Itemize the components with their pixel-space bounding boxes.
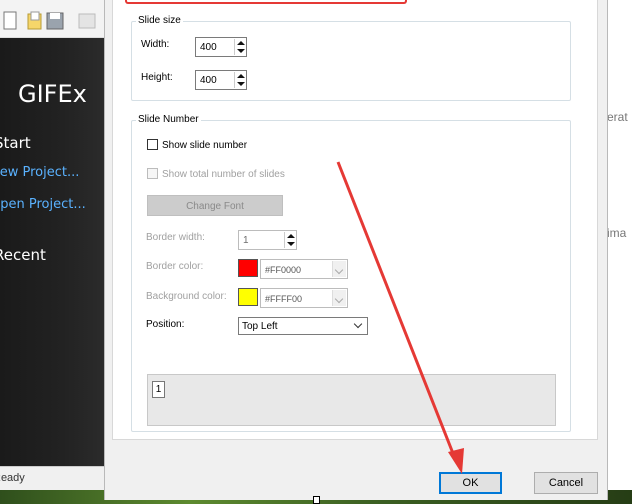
position-select[interactable]: Top Left (238, 317, 368, 335)
background-text-1: erat (607, 110, 628, 124)
spin-down-icon[interactable] (237, 82, 245, 86)
position-label: Position: (146, 319, 185, 330)
spin-up-icon[interactable] (237, 41, 245, 45)
preview-slide-number: 1 (152, 381, 165, 398)
toolbar (0, 0, 104, 38)
new-project-link[interactable]: New Project... (0, 165, 79, 180)
cancel-button[interactable]: Cancel (534, 472, 598, 494)
height-spinbox[interactable]: 400 (195, 70, 247, 90)
ok-button[interactable]: OK (439, 472, 502, 494)
start-sidebar: GIFEx Start New Project... Open Project.… (0, 38, 104, 466)
annotation-highlight-box (125, 0, 407, 4)
save-icon[interactable] (46, 11, 64, 31)
new-file-icon[interactable] (2, 11, 20, 31)
border-width-spinbox[interactable]: 1 (238, 230, 297, 250)
open-project-link[interactable]: Open Project... (0, 197, 86, 212)
spin-down-icon[interactable] (287, 242, 295, 246)
border-color-swatch[interactable] (238, 259, 258, 277)
height-spin-arrows[interactable] (234, 72, 245, 88)
spin-up-icon[interactable] (287, 234, 295, 238)
width-value: 400 (200, 42, 217, 53)
width-spin-arrows[interactable] (234, 39, 245, 55)
border-color-hex: #FF0000 (265, 265, 302, 275)
settings-panel: Slide size Width: 400 Height: 400 Slide … (112, 0, 598, 440)
recent-heading: Recent (0, 246, 46, 264)
border-width-spin-arrows[interactable] (284, 232, 295, 248)
slide-number-group: Slide Number Show slide number Show tota… (131, 114, 571, 432)
width-spinbox[interactable]: 400 (195, 37, 247, 57)
border-width-label: Border width: (146, 232, 205, 243)
start-heading: Start (0, 134, 31, 152)
background-color-picker[interactable]: #FFFF00 (238, 288, 348, 308)
status-bar: Ready (0, 466, 104, 490)
spin-up-icon[interactable] (237, 74, 245, 78)
background-color-swatch[interactable] (238, 288, 258, 306)
change-font-button[interactable]: Change Font (147, 195, 283, 216)
chevron-down-icon[interactable] (332, 261, 346, 277)
height-value: 400 (200, 75, 217, 86)
border-color-label: Border color: (146, 261, 204, 272)
slide-number-legend: Slide Number (136, 114, 201, 125)
open-folder-icon[interactable] (26, 11, 44, 31)
slide-number-preview: 1 (147, 374, 556, 426)
toolbar-separator-icon (78, 13, 96, 29)
slide-size-group: Slide size Width: 400 Height: 400 (131, 15, 571, 101)
background-color-label: Background color: (146, 291, 227, 302)
position-value: Top Left (242, 321, 278, 332)
app-logo-icon (0, 84, 4, 106)
slide-settings-dialog: Slide size Width: 400 Height: 400 Slide … (104, 0, 608, 500)
show-slide-number-label[interactable]: Show slide number (162, 140, 247, 151)
app-title-text: GIFEx (18, 80, 87, 108)
border-color-picker[interactable]: #FF0000 (238, 259, 348, 279)
status-text: Ready (0, 472, 25, 484)
app-title: GIFEx (0, 80, 87, 108)
width-label: Width: (141, 39, 170, 50)
border-color-dropdown[interactable]: #FF0000 (260, 259, 348, 279)
border-width-value: 1 (243, 235, 249, 246)
slide-size-legend: Slide size (136, 15, 183, 26)
chevron-down-icon[interactable] (332, 290, 346, 306)
background-text-2: ima (607, 226, 627, 240)
background-color-hex: #FFFF00 (265, 294, 303, 304)
show-total-slides-checkbox[interactable] (147, 168, 158, 179)
background-color-dropdown[interactable]: #FFFF00 (260, 288, 348, 308)
show-total-slides-label[interactable]: Show total number of slides (162, 169, 285, 180)
spin-down-icon[interactable] (237, 49, 245, 53)
mouse-cursor-icon (313, 496, 320, 504)
height-label: Height: (141, 72, 173, 83)
chevron-down-icon[interactable] (353, 319, 363, 329)
show-slide-number-checkbox[interactable] (147, 139, 158, 150)
